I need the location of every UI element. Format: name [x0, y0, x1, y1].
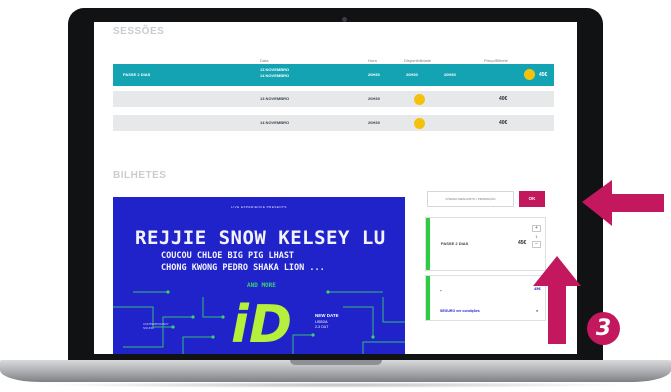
session-date-1: 13 NOVEMBRO: [260, 67, 290, 72]
summary-label: -: [440, 288, 442, 294]
order-summary-card: - 45€ SEGURO ver condições ×: [425, 275, 546, 321]
up-arrow-icon: [533, 256, 581, 344]
promo-code-input[interactable]: [427, 191, 514, 207]
laptop-hinge-notch: [290, 360, 382, 365]
left-arrow-icon: [582, 180, 664, 226]
poster-lineup-1: COUCOU CHLOE BIG PIG LHAST: [161, 251, 295, 261]
session-date: 13 NOVEMBRO: [260, 96, 290, 101]
session-date: 14 NOVEMBRO: [260, 120, 290, 125]
column-date: Data: [260, 58, 269, 63]
poster-logo: iD: [231, 295, 292, 354]
poster-new-date-detail: LISBOA 2-3 OUT: [315, 320, 329, 329]
session-availability: 20H30: [406, 72, 418, 77]
ticket-price: 45€: [518, 240, 527, 246]
decrease-quantity-button[interactable]: −: [532, 241, 541, 248]
laptop-mockup: SESSÕES Data Hora Disponibilidade Preço/…: [0, 0, 671, 392]
promo-ok-button[interactable]: OK: [519, 191, 545, 207]
session-date-2: 14 NOVEMBRO: [260, 73, 290, 78]
session-time: 20H30: [368, 96, 380, 101]
poster-new-date: NEW DATE: [315, 313, 339, 318]
session-row-13-nov[interactable]: 13 NOVEMBRO 20H30 40€: [113, 91, 554, 107]
poster-and-more: AND MORE: [247, 282, 276, 289]
ticket-item-card: PASSE 2 DIAS 45€ + 1 −: [425, 217, 546, 271]
ticket-quantity: 1: [535, 234, 538, 239]
session-name: PASSE 2 DIAS: [123, 72, 151, 77]
session-time: 20H30: [368, 72, 380, 77]
session-availability-2: 20H30: [444, 72, 456, 77]
session-price: 40€: [499, 96, 508, 102]
poster-tagline: CONTEMPORARY SOUND: [143, 322, 169, 330]
poster-lineup-2: CHONG KWONG PEDRO SHAKA LION ...: [161, 263, 325, 273]
poster-headliners: REJJIE SNOW KELSEY LU: [135, 227, 386, 249]
step-number-badge: 3: [587, 312, 620, 345]
session-row-14-nov[interactable]: 14 NOVEMBRO 20H30 40€: [113, 115, 554, 131]
column-time: Hora: [368, 58, 377, 63]
laptop-screen: SESSÕES Data Hora Disponibilidade Preço/…: [94, 22, 577, 354]
increase-quantity-button[interactable]: +: [532, 225, 541, 232]
column-price: Preço/Bilhete: [484, 58, 508, 63]
ticket-name: PASSE 2 DIAS: [441, 241, 469, 246]
sessions-title: SESSÕES: [113, 26, 165, 37]
column-availability: Disponibilidade: [404, 58, 432, 63]
availability-indicator: [414, 94, 425, 105]
event-poster: LIVE EXPERIENCE PRESENTS REJJIE SNOW KEL…: [113, 197, 405, 354]
session-time: 20H30: [368, 120, 380, 125]
laptop-shadow: [40, 382, 631, 388]
availability-indicator: [524, 69, 535, 80]
insurance-link[interactable]: SEGURO ver condições: [440, 309, 480, 313]
availability-indicator: [414, 118, 425, 129]
poster-presenter: LIVE EXPERIENCE PRESENTS: [231, 205, 287, 209]
tickets-title: BILHETES: [113, 170, 167, 181]
session-price: 40€: [499, 120, 508, 126]
summary-accent-bar: [426, 276, 430, 320]
ticket-accent-bar: [426, 218, 430, 270]
session-row-2-days[interactable]: PASSE 2 DIAS 13 NOVEMBRO 14 NOVEMBRO 20H…: [113, 64, 554, 86]
session-price: 45€: [539, 72, 548, 78]
